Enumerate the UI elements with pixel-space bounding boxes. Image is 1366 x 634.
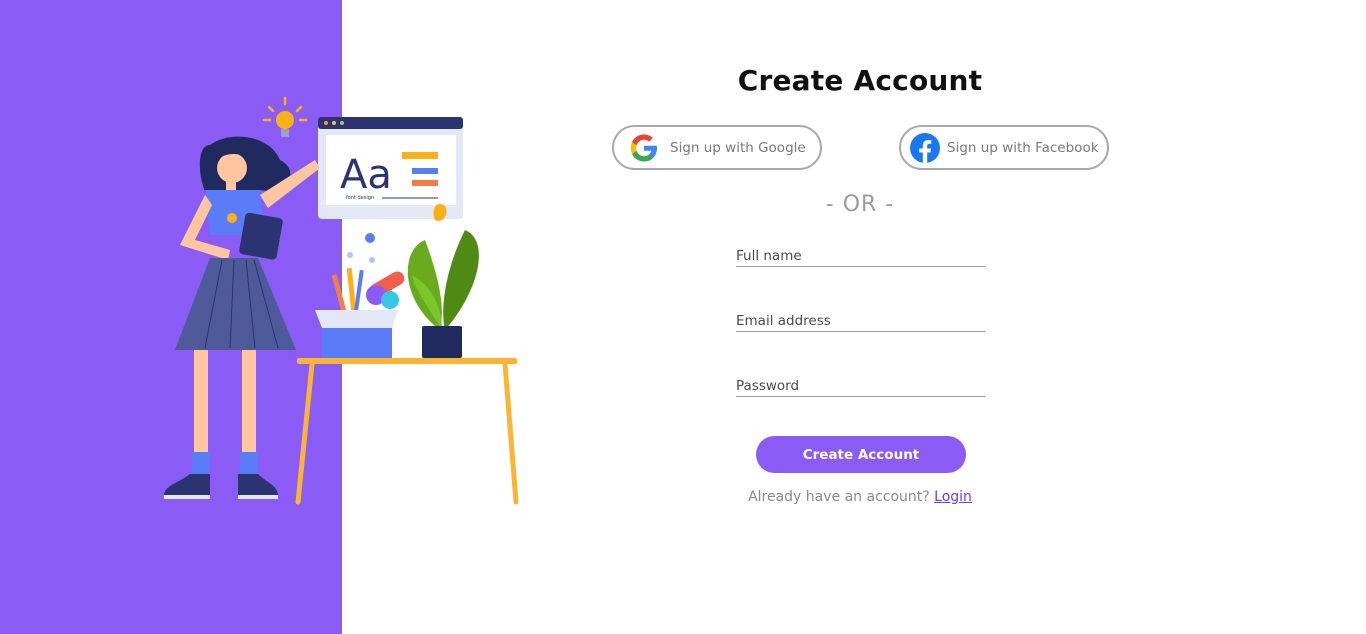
login-prompt-text: Already have an account? [748, 489, 930, 505]
google-signup-label: Sign up with Google [670, 139, 806, 156]
create-account-button[interactable]: Create Account [756, 436, 966, 473]
page-title: Create Account [737, 64, 983, 97]
facebook-signup-button[interactable]: Sign up with Facebook [899, 125, 1109, 170]
woman-figure [164, 136, 320, 499]
facebook-signup-label: Sign up with Facebook [947, 139, 1099, 156]
desk [295, 358, 519, 505]
font-letters: Aa [340, 152, 392, 198]
lightbulb-icon [262, 96, 308, 137]
google-signup-button[interactable]: Sign up with Google [612, 125, 822, 170]
font-caption: font design [346, 195, 374, 201]
password-field [736, 375, 985, 397]
email-field [736, 310, 985, 332]
login-prompt: Already have an account? Login [700, 489, 1020, 505]
email-input[interactable] [736, 313, 985, 331]
font-design-window: Aa font design [318, 117, 463, 219]
facebook-icon [910, 132, 940, 163]
login-link[interactable]: Login [934, 489, 972, 505]
google-icon [630, 134, 657, 161]
pencil-box [315, 233, 405, 358]
or-divider: - OR - [825, 192, 895, 217]
full-name-field [736, 245, 985, 267]
full-name-input[interactable] [736, 248, 985, 266]
password-input[interactable] [736, 378, 985, 396]
potted-plant [407, 203, 479, 358]
designer-illustration: Aa font design [164, 96, 519, 505]
